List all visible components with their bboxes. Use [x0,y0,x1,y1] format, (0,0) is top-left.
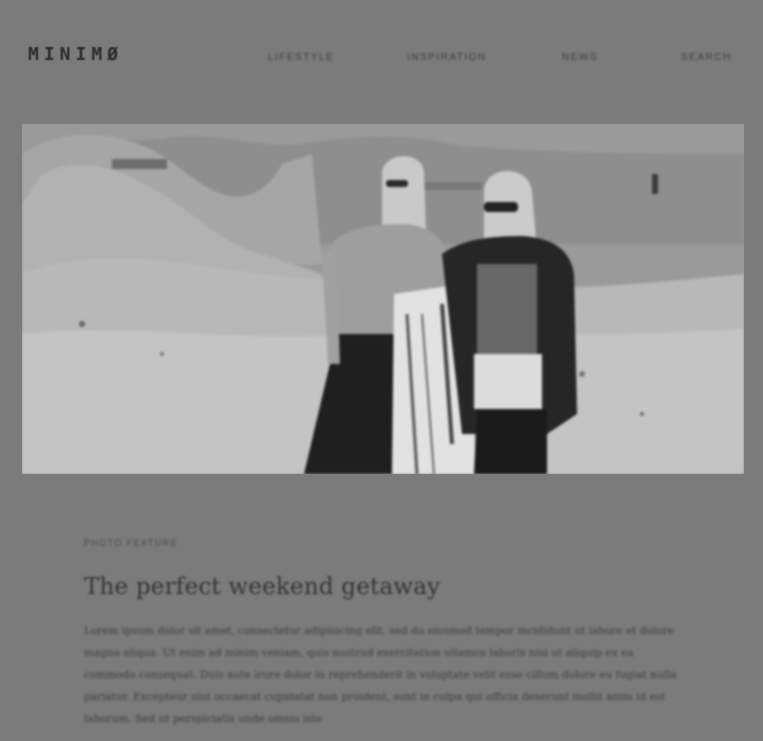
nav-item-search[interactable]: Search [681,52,732,63]
hero-photo [22,124,744,474]
hero-image [22,124,744,474]
article-body: Lorem ipsum dolor sit amet, consectetur … [84,625,677,725]
main-nav: Lifestyle Inspiration News Search [0,52,763,66]
article-kicker[interactable]: Photo Feature [84,538,684,548]
nav-item-news[interactable]: News [562,52,598,63]
article-title[interactable]: The perfect weekend getaway [84,574,684,600]
nav-item-lifestyle[interactable]: Lifestyle [268,52,334,63]
nav-item-inspiration[interactable]: Inspiration [407,52,487,63]
article: Photo Feature The perfect weekend getawa… [84,536,684,741]
site-header: MINIMØ Lifestyle Inspiration News Search [0,0,763,110]
page: MINIMØ Lifestyle Inspiration News Search [0,0,763,725]
